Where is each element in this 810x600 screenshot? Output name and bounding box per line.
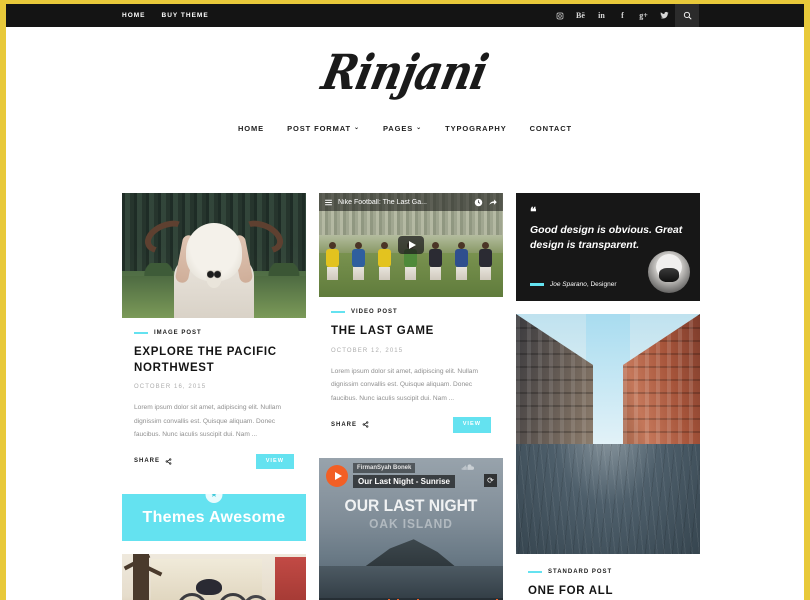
post-card-quote: ❝ Good design is obvious. Great design i… <box>516 193 700 301</box>
share-button[interactable]: SHARE <box>134 458 172 465</box>
promo-text: Themes Awesome <box>142 508 286 526</box>
audio-big-subtitle: OAK ISLAND <box>369 515 453 531</box>
post-title[interactable]: EXPLORE THE PACIFIC NORTHWEST <box>134 345 294 376</box>
view-button[interactable]: VIEW <box>255 453 294 470</box>
quote-text[interactable]: Good design is obvious. Great design is … <box>530 223 686 252</box>
audio-track-title[interactable]: Our Last Night - Sunrise <box>353 474 456 488</box>
nav-label: CONTACT <box>529 123 573 133</box>
chevron-down-icon: ⌄ <box>416 125 423 131</box>
posts-grid: IMAGE POST EXPLORE THE PACIFIC NORTHWEST… <box>122 193 702 600</box>
soundcloud-brand <box>461 464 475 471</box>
grid-column-3: ❝ Good design is obvious. Great design i… <box>516 193 700 600</box>
page-frame: HOME BUY THEME Bē in f g+ Rinjani HOME P… <box>0 0 810 600</box>
quote-dash-icon <box>530 283 544 286</box>
nav-label: PAGES <box>382 123 414 133</box>
grid-column-1: IMAGE POST EXPLORE THE PACIFIC NORTHWEST… <box>122 193 306 600</box>
category-dash-icon <box>331 311 345 313</box>
quote-mark-icon: ❝ <box>530 205 537 219</box>
audio-artist[interactable]: FirmanSyah Bonek <box>353 462 416 473</box>
nav-label: TYPOGRAPHY <box>445 123 507 133</box>
category-dash-icon <box>134 332 148 334</box>
nav-item-home[interactable]: HOME <box>238 124 264 133</box>
post-footer: SHARE VIEW <box>331 417 491 445</box>
post-excerpt: Lorem ipsum dolor sit amet, adipiscing e… <box>331 367 478 402</box>
linkedin-icon[interactable]: in <box>591 4 612 27</box>
top-bar: HOME BUY THEME Bē in f g+ <box>6 4 804 27</box>
star-icon: ★ <box>205 494 223 504</box>
nav-label: POST FORMAT <box>287 123 352 133</box>
share-icon <box>362 421 369 429</box>
behance-icon[interactable]: Bē <box>570 4 591 27</box>
twitter-icon[interactable] <box>654 4 675 27</box>
nav-label: HOME <box>237 123 265 133</box>
share-button[interactable]: SHARE <box>331 421 369 429</box>
audio-play-button[interactable] <box>326 464 348 487</box>
post-card-audio: FirmanSyah Bonek Our Last Night - Sunris… <box>319 457 503 600</box>
site-logo[interactable]: Rinjani <box>317 44 492 100</box>
instagram-icon[interactable] <box>549 4 570 27</box>
post-title[interactable]: ONE FOR ALL <box>528 584 688 600</box>
post-category: VIDEO POST <box>331 309 491 315</box>
category-label[interactable]: STANDARD POST <box>548 569 612 575</box>
post-footer: SHARE VIEW <box>134 453 294 482</box>
post-card-image: IMAGE POST EXPLORE THE PACIFIC NORTHWEST… <box>122 193 306 482</box>
promo-banner[interactable]: ★ Themes Awesome <box>122 494 306 542</box>
view-button[interactable]: VIEW <box>452 417 491 433</box>
post-excerpt: Lorem ipsum dolor sit amet, adipiscing e… <box>134 404 281 439</box>
quote-author-name: Joe Sparano <box>550 281 587 288</box>
category-label[interactable]: VIDEO POST <box>351 309 398 315</box>
post-category: IMAGE POST <box>134 330 294 336</box>
post-thumbnail-skull[interactable] <box>122 193 306 318</box>
quote-author-row: Joe Sparano, Designer <box>530 281 617 288</box>
site-header: Rinjani <box>6 27 804 100</box>
post-title[interactable]: THE LAST GAME <box>331 324 491 340</box>
category-dash-icon <box>528 571 542 573</box>
nav-item-post-format[interactable]: POST FORMAT ⌄ <box>287 124 360 133</box>
video-player[interactable]: Nike Football: The Last Ga... <box>319 193 503 297</box>
post-body: STANDARD POST ONE FOR ALL OCTOBER 11, 20… <box>516 567 700 600</box>
play-button[interactable] <box>398 236 424 254</box>
post-thumbnail-bikes[interactable] <box>122 554 306 600</box>
share-arrow-icon[interactable] <box>488 198 498 207</box>
post-body: VIDEO POST THE LAST GAME OCTOBER 12, 201… <box>319 297 503 445</box>
page-body: Rinjani HOME POST FORMAT ⌄ PAGES ⌄ TYPOG… <box>6 27 804 600</box>
nav-item-contact[interactable]: CONTACT <box>530 124 572 133</box>
post-card-standard: STANDARD POST ONE FOR ALL OCTOBER 11, 20… <box>516 567 700 600</box>
post-date: OCTOBER 16, 2015 <box>134 384 207 391</box>
grid-column-2: Nike Football: The Last Ga... VIDEO POST… <box>319 193 503 600</box>
nav-item-typography[interactable]: TYPOGRAPHY <box>445 124 507 133</box>
quote-author-role: , Designer <box>586 281 617 288</box>
search-icon[interactable] <box>675 4 699 27</box>
post-card-video: Nike Football: The Last Ga... VIDEO POST… <box>319 193 503 445</box>
post-thumbnail-street[interactable] <box>516 314 700 554</box>
googleplus-icon[interactable]: g+ <box>633 4 654 27</box>
video-title-bar: Nike Football: The Last Ga... <box>319 193 503 211</box>
share-label: SHARE <box>134 458 161 465</box>
repeat-icon[interactable]: ⟳ <box>484 473 497 487</box>
share-icon <box>165 458 172 465</box>
nav-item-pages[interactable]: PAGES ⌄ <box>383 124 422 133</box>
topbar-link-buy-theme[interactable]: BUY THEME <box>162 12 209 19</box>
post-category: STANDARD POST <box>528 569 688 575</box>
share-label: SHARE <box>331 421 358 428</box>
category-label[interactable]: IMAGE POST <box>154 330 202 336</box>
post-date: OCTOBER 12, 2015 <box>331 347 404 354</box>
video-title[interactable]: Nike Football: The Last Ga... <box>338 199 469 206</box>
avatar <box>648 251 690 293</box>
facebook-icon[interactable]: f <box>612 4 633 27</box>
audio-big-title: OUR LAST NIGHT <box>344 495 478 515</box>
top-bar-links: HOME BUY THEME <box>122 12 209 19</box>
social-icons: Bē in f g+ <box>549 4 699 27</box>
post-body: IMAGE POST EXPLORE THE PACIFIC NORTHWEST… <box>122 318 306 481</box>
clock-icon[interactable] <box>474 198 483 207</box>
menu-icon[interactable] <box>324 198 333 207</box>
audio-player[interactable]: FirmanSyah Bonek Our Last Night - Sunris… <box>319 457 503 600</box>
topbar-link-home[interactable]: HOME <box>122 12 146 19</box>
quote-author: Joe Sparano, Designer <box>550 281 617 288</box>
chevron-down-icon: ⌄ <box>354 125 360 131</box>
main-navigation: HOME POST FORMAT ⌄ PAGES ⌄ TYPOGRAPHY CO… <box>6 120 804 136</box>
